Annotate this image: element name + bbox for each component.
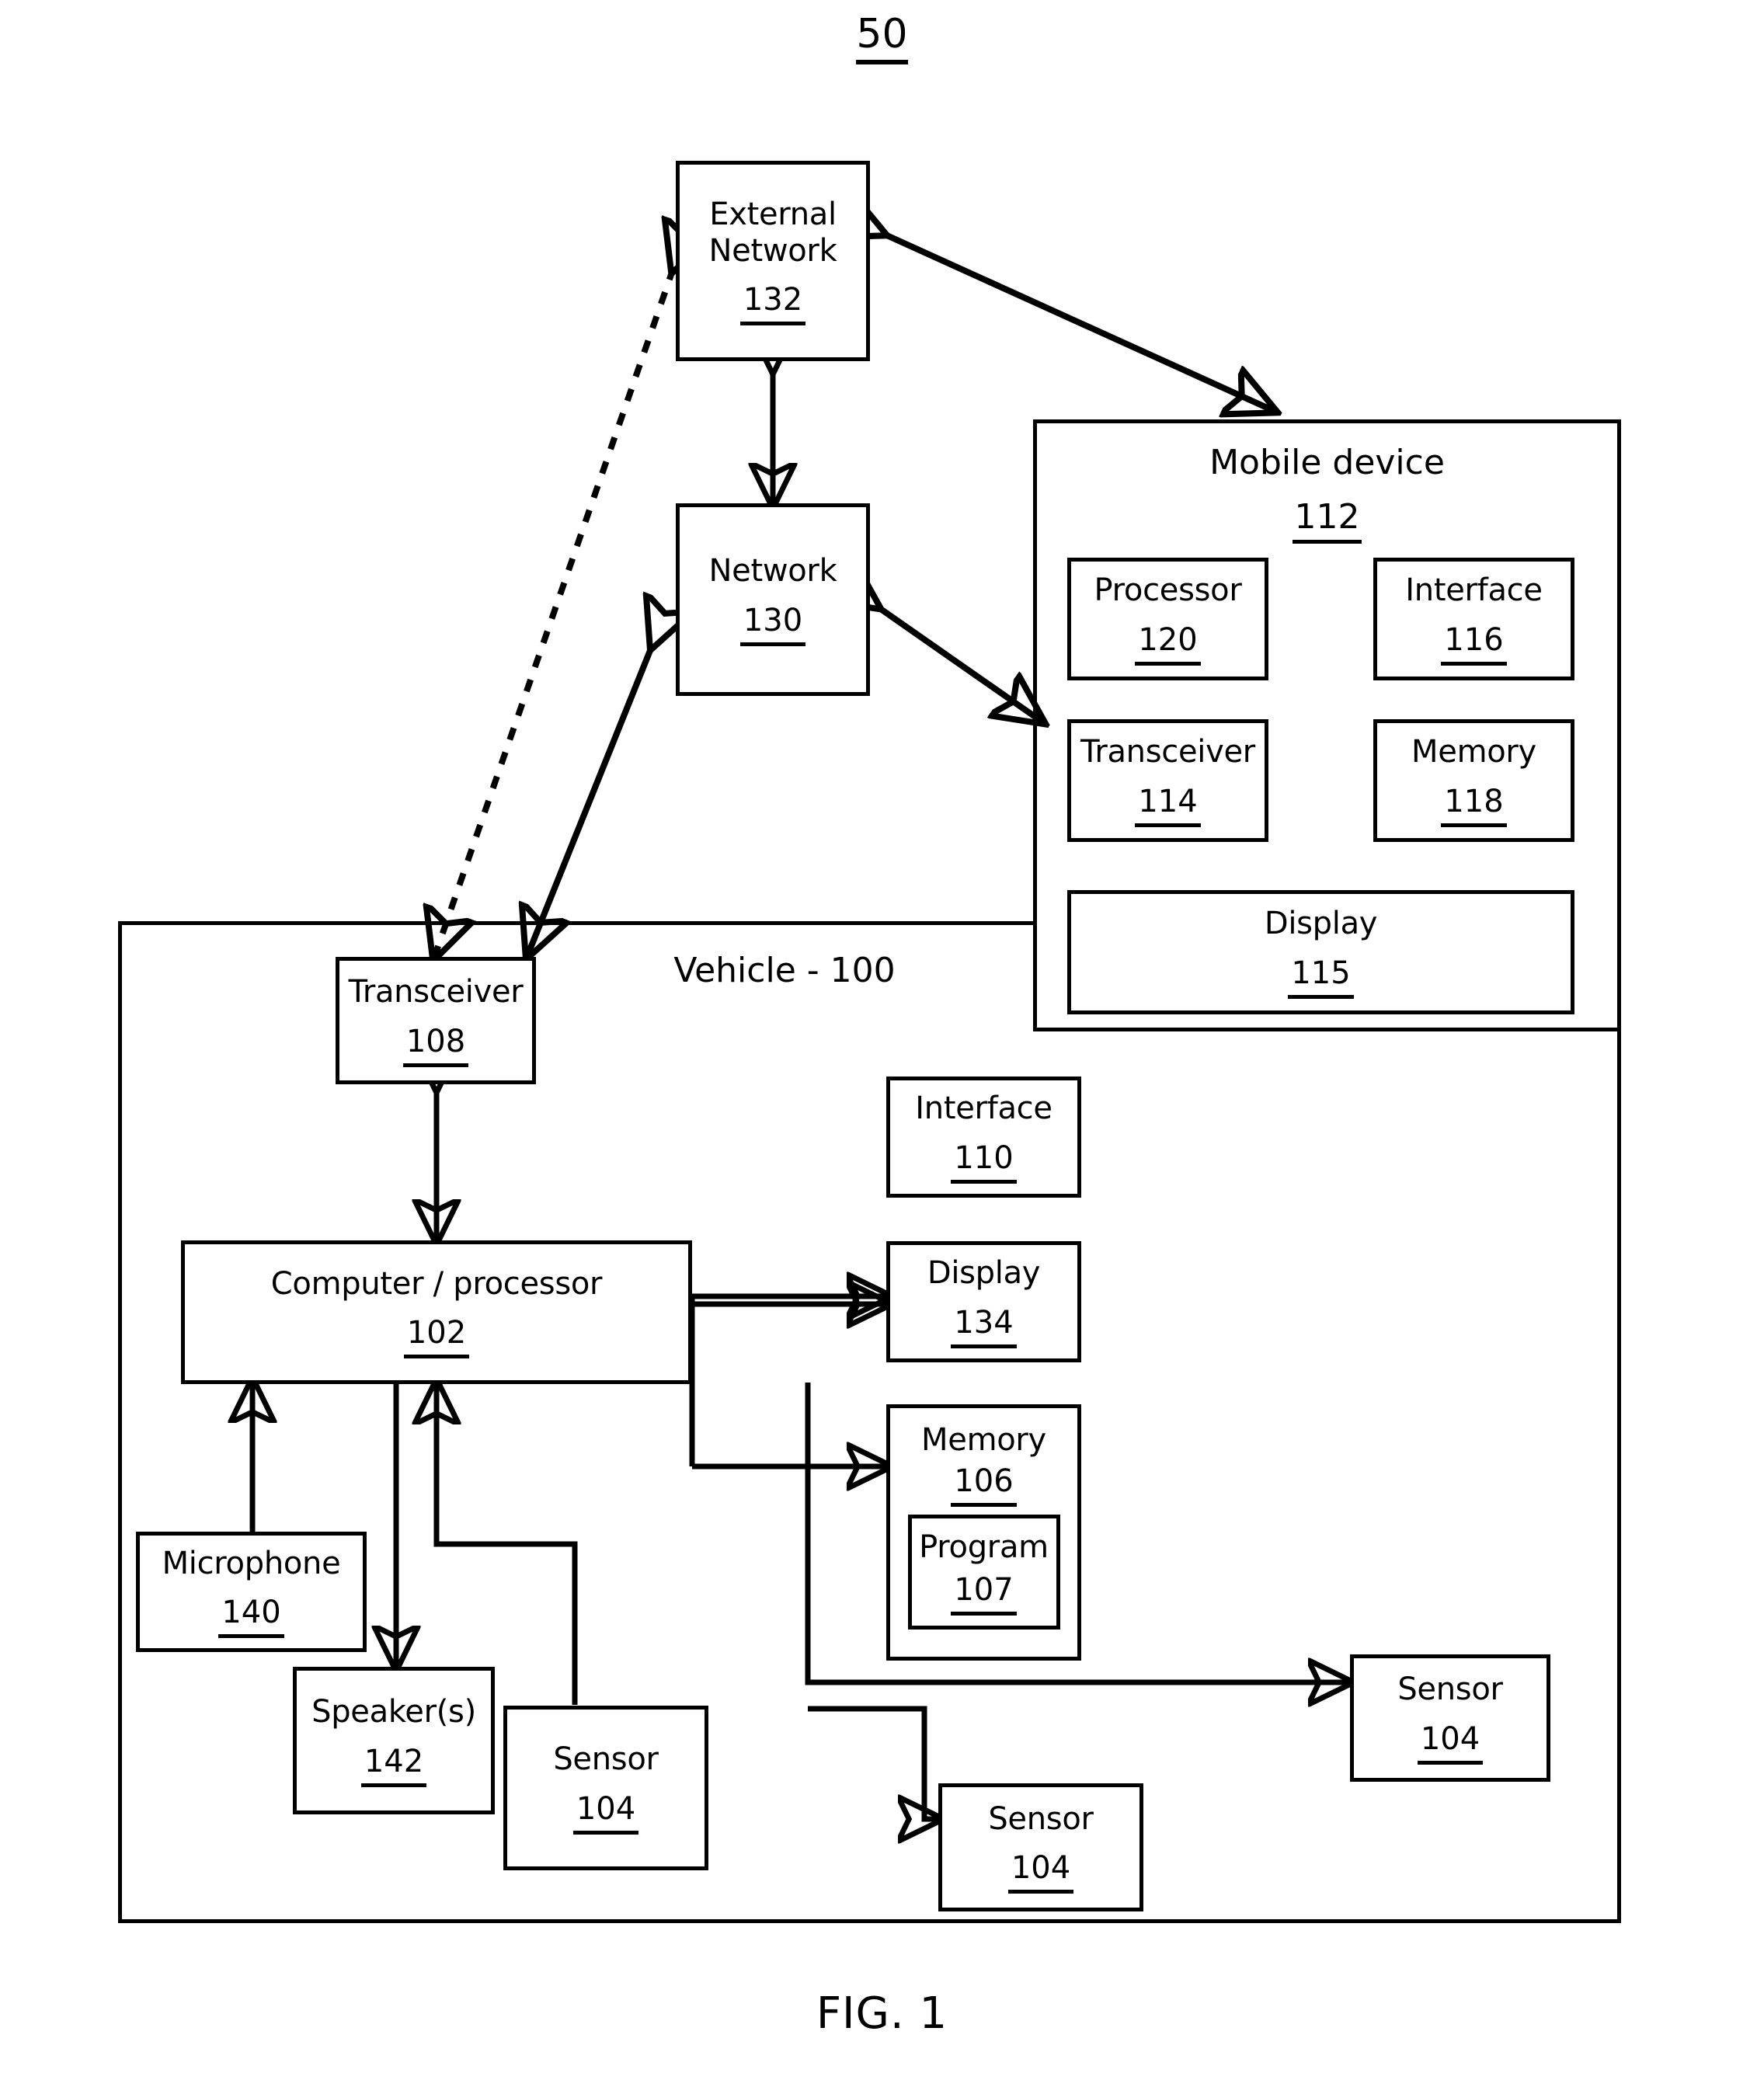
node-vehicle-computer-label: Computer / processor xyxy=(270,1265,603,1302)
node-external-network[interactable]: External Network 132 xyxy=(676,161,870,361)
node-mobile-transceiver[interactable]: Transceiver 114 xyxy=(1067,719,1268,842)
mobile-device-title: Mobile device xyxy=(1209,443,1445,482)
node-vehicle-speaker-number: 142 xyxy=(360,1744,427,1787)
node-external-network-line2: Network xyxy=(708,232,837,269)
node-mobile-transceiver-label: Transceiver xyxy=(1080,734,1255,770)
node-network-label: Network xyxy=(708,553,837,590)
node-vehicle-memory-number: 106 xyxy=(951,1463,1017,1508)
node-mobile-interface-number: 116 xyxy=(1441,622,1507,666)
node-vehicle-transceiver-number: 108 xyxy=(402,1024,469,1067)
node-vehicle-speaker-label: Speaker(s) xyxy=(311,1694,476,1730)
node-network-number: 130 xyxy=(739,603,806,646)
node-vehicle-display-number: 134 xyxy=(951,1305,1017,1348)
node-mobile-processor-number: 120 xyxy=(1135,622,1201,666)
node-mobile-memory[interactable]: Memory 118 xyxy=(1373,719,1574,842)
node-mobile-processor-label: Processor xyxy=(1094,572,1242,609)
figure-number-value: 50 xyxy=(856,11,908,64)
node-vehicle-memory[interactable]: Memory 106 Program 107 xyxy=(886,1404,1081,1661)
node-mobile-interface-label: Interface xyxy=(1405,572,1543,609)
node-vehicle-memory-label: Memory xyxy=(921,1422,1046,1458)
node-mobile-memory-number: 118 xyxy=(1441,784,1507,827)
node-mobile-processor[interactable]: Processor 120 xyxy=(1067,558,1268,680)
node-vehicle-program[interactable]: Program 107 xyxy=(907,1515,1060,1630)
node-vehicle-program-label: Program xyxy=(919,1529,1049,1565)
node-vehicle-computer-number: 102 xyxy=(403,1315,470,1359)
figure-number: 50 xyxy=(0,11,1764,64)
node-vehicle-interface[interactable]: Interface 110 xyxy=(886,1077,1081,1198)
node-vehicle-sensor-left-number: 104 xyxy=(572,1791,639,1835)
node-mobile-display[interactable]: Display 115 xyxy=(1067,890,1574,1014)
node-vehicle-speaker[interactable]: Speaker(s) 142 xyxy=(293,1667,495,1814)
wire-network-transceiver xyxy=(528,645,652,954)
node-vehicle-sensor-right-label: Sensor xyxy=(1397,1671,1503,1708)
node-vehicle-program-number: 107 xyxy=(951,1572,1017,1616)
node-vehicle-sensor-left[interactable]: Sensor 104 xyxy=(503,1706,708,1870)
node-vehicle-microphone-label: Microphone xyxy=(162,1545,341,1581)
node-vehicle-sensor-mid-number: 104 xyxy=(1007,1850,1074,1894)
wire-network-mobile xyxy=(876,606,1041,721)
node-vehicle-sensor-left-label: Sensor xyxy=(553,1741,659,1778)
node-network[interactable]: Network 130 xyxy=(676,503,870,696)
node-vehicle-display[interactable]: Display 134 xyxy=(886,1241,1081,1362)
node-vehicle-interface-label: Interface xyxy=(915,1090,1052,1127)
node-mobile-interface[interactable]: Interface 116 xyxy=(1373,558,1574,680)
node-vehicle-microphone-number: 140 xyxy=(218,1595,284,1639)
node-external-network-line1: External xyxy=(709,196,837,232)
node-vehicle-display-label: Display xyxy=(927,1255,1041,1292)
wire-extnet-transceiver-dashed xyxy=(435,268,673,955)
node-mobile-memory-label: Memory xyxy=(1411,734,1536,770)
mobile-device-number-value: 112 xyxy=(1292,497,1362,544)
wire-extnet-mobile xyxy=(882,233,1272,410)
node-vehicle-interface-number: 110 xyxy=(951,1140,1017,1184)
mobile-device-number: 112 xyxy=(1033,497,1621,544)
node-mobile-display-number: 115 xyxy=(1288,955,1354,999)
node-vehicle-transceiver-label: Transceiver xyxy=(348,974,524,1010)
node-vehicle-sensor-mid[interactable]: Sensor 104 xyxy=(938,1783,1143,1911)
vehicle-label: Vehicle - 100 xyxy=(673,951,896,990)
node-vehicle-sensor-right-number: 104 xyxy=(1417,1721,1484,1765)
node-vehicle-sensor-mid-label: Sensor xyxy=(988,1800,1094,1837)
node-mobile-display-label: Display xyxy=(1264,906,1378,942)
node-vehicle-computer[interactable]: Computer / processor 102 xyxy=(181,1240,692,1384)
node-vehicle-sensor-right[interactable]: Sensor 104 xyxy=(1350,1654,1550,1782)
node-vehicle-microphone[interactable]: Microphone 140 xyxy=(136,1532,367,1652)
figure-caption: FIG. 1 xyxy=(816,1988,948,2039)
node-vehicle-transceiver[interactable]: Transceiver 108 xyxy=(336,957,536,1084)
patent-figure-page: 50 FIG. 1 Vehicle - 100 Mobile device 11… xyxy=(0,0,1764,2087)
node-mobile-transceiver-number: 114 xyxy=(1135,784,1201,827)
node-external-network-number: 132 xyxy=(739,282,806,326)
